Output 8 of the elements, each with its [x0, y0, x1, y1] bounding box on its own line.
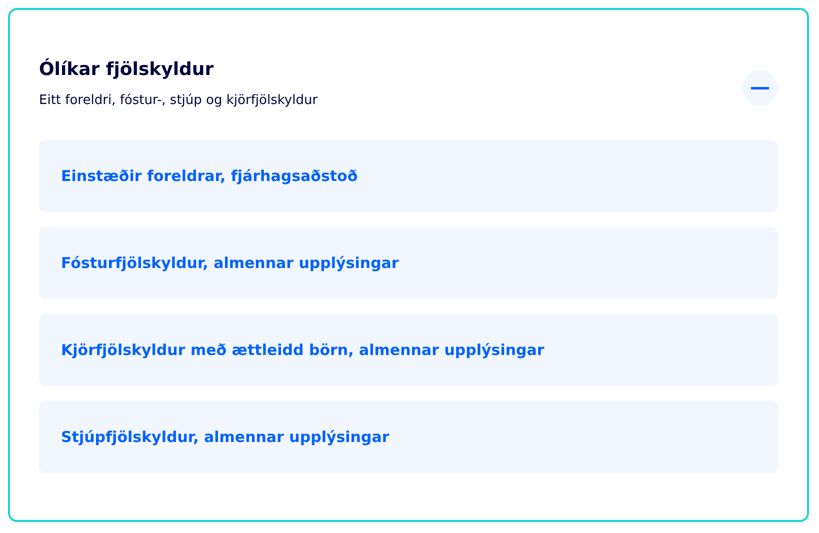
section-subtitle: Eitt foreldri, fóstur-, stjúp og kjörfjölskyldur — [39, 92, 318, 110]
section-title: Ólíkar fjölskyldur — [39, 58, 215, 82]
minus-icon — [751, 87, 769, 90]
topic-link[interactable]: Fósturfjölskyldur, almennar upplýsingar — [39, 227, 778, 299]
topic-link[interactable]: Einstæðir foreldrar, fjárhagsaðstoð — [39, 140, 778, 212]
topic-link[interactable]: Stjúpfjölskyldur, almennar upplýsingar — [39, 401, 778, 473]
collapse-button[interactable] — [742, 70, 778, 106]
topic-link[interactable]: Kjörfjölskyldur með ættleidd börn, almennar upplýsingar — [39, 314, 778, 386]
